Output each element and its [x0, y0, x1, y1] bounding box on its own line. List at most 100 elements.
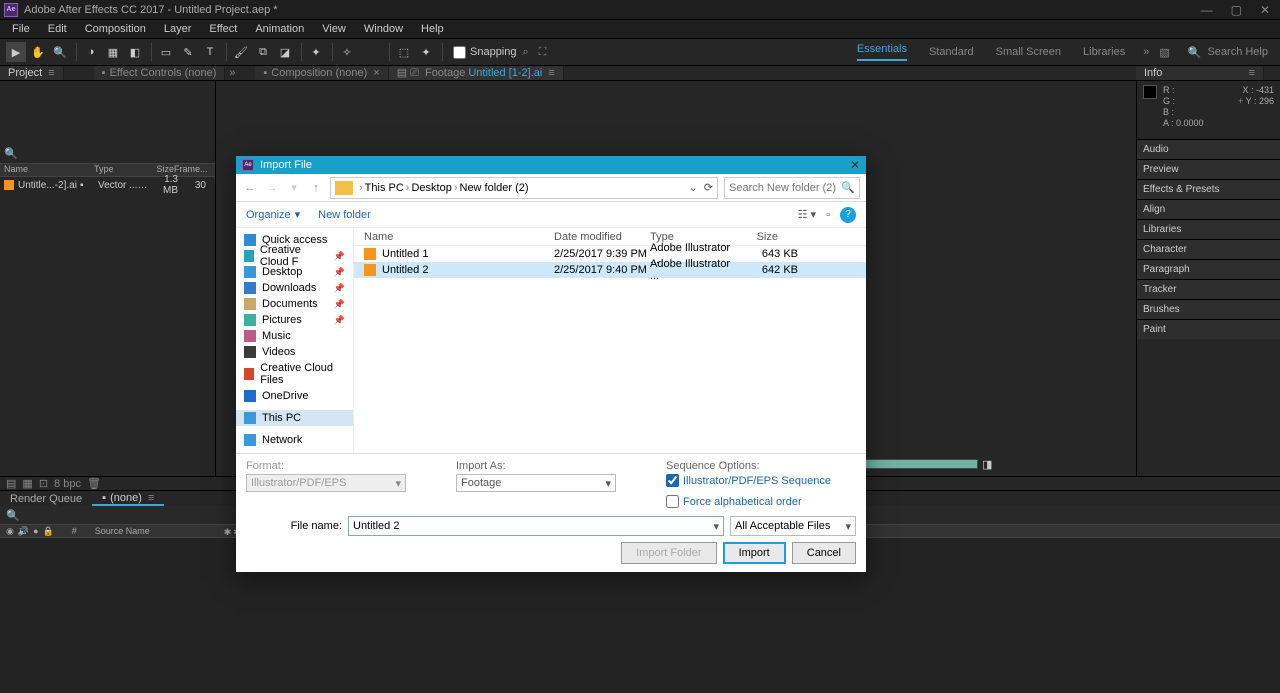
sidebar-item-documents[interactable]: Documents📌 — [236, 296, 353, 312]
breadcrumb[interactable]: › This PC› Desktop› New folder (2) ⌄⟳ — [330, 177, 718, 199]
organize-button[interactable]: Organize ▾ — [246, 208, 300, 221]
project-item[interactable]: Untitle...-2].ai▪Vector ...nce1.3 MB30 — [0, 177, 215, 193]
column-header[interactable]: Type — [640, 231, 728, 243]
zoom-tool[interactable]: 🔍 — [50, 42, 70, 62]
panel-paragraph[interactable]: Paragraph — [1137, 259, 1280, 279]
menu-animation[interactable]: Animation — [247, 23, 312, 35]
type-tool[interactable]: T — [200, 42, 220, 62]
tab-effect-controls[interactable]: ▪ Effect Controls (none) — [94, 66, 226, 80]
workspace-panel-icon[interactable]: ▧ — [1159, 46, 1169, 59]
dialog-search-input[interactable]: Search New folder (2) 🔍 — [724, 177, 860, 199]
panel-audio[interactable]: Audio — [1137, 139, 1280, 159]
tab-info[interactable]: Info≡ — [1136, 66, 1264, 80]
column-header[interactable]: Name — [354, 231, 544, 243]
tab-comp-none[interactable]: ▪(none)≡ — [92, 492, 164, 506]
pan-behind-tool[interactable]: ◧ — [125, 42, 145, 62]
bpc-label[interactable]: 8 bpc — [54, 478, 81, 490]
minimize-button[interactable]: — — [1201, 3, 1213, 17]
import-folder-button[interactable]: Import Folder — [621, 542, 716, 564]
preview-pane-button[interactable]: ▫ — [826, 209, 830, 221]
maximize-button[interactable]: ▢ — [1231, 3, 1242, 17]
refresh-button[interactable]: ⟳ — [704, 181, 713, 194]
panel-effects-presets[interactable]: Effects & Presets — [1137, 179, 1280, 199]
file-row[interactable]: Untitled 22/25/2017 9:40 PMAdobe Illustr… — [354, 262, 866, 278]
sidebar-item-this-pc[interactable]: This PC — [236, 410, 353, 426]
filename-input[interactable]: Untitled 2▾ — [348, 516, 724, 536]
sequence-checkbox[interactable]: Illustrator/PDF/EPS Sequence — [666, 474, 856, 487]
solo-icon[interactable]: ● — [33, 526, 38, 536]
pen-tool[interactable]: ✎ — [178, 42, 198, 62]
cancel-button[interactable]: Cancel — [792, 542, 856, 564]
hand-tool[interactable]: ✋ — [28, 42, 48, 62]
import-button[interactable]: Import — [723, 542, 786, 564]
nav-forward-button[interactable]: → — [264, 182, 280, 194]
sidebar-item-creative-cloud-f[interactable]: Creative Cloud F📌 — [236, 248, 353, 264]
playhead-end-icon[interactable]: ◨ — [982, 458, 992, 471]
menu-help[interactable]: Help — [413, 23, 452, 35]
eye-icon[interactable]: ◉ — [6, 526, 14, 537]
snapping-toggle[interactable]: Snapping ⌕ ⛶ — [453, 46, 546, 59]
file-filter-select[interactable]: All Acceptable Files▾ — [730, 516, 856, 536]
help-button[interactable]: ? — [840, 207, 856, 223]
icon[interactable]: ⊡ — [39, 477, 48, 490]
search-help-input[interactable]: Search Help — [1207, 46, 1268, 58]
panel-character[interactable]: Character — [1137, 239, 1280, 259]
sidebar-item-pictures[interactable]: Pictures📌 — [236, 312, 353, 328]
dialog-titlebar[interactable]: Ae Import File ✕ — [236, 156, 866, 174]
column-header[interactable]: Date modified — [544, 231, 640, 243]
local-axis-icon[interactable]: ⬚ — [394, 42, 414, 62]
nav-back-button[interactable]: ← — [242, 182, 258, 194]
breadcrumb-dropdown-icon[interactable]: ⌄ — [689, 181, 698, 194]
menu-view[interactable]: View — [314, 23, 354, 35]
tab-footage[interactable]: ▤ ⎚ Footage Untitled [1-2].ai ≡ — [389, 66, 564, 80]
roto-tool[interactable]: ✦ — [306, 42, 326, 62]
close-button[interactable]: ✕ — [1260, 3, 1270, 17]
sidebar-item-music[interactable]: Music — [236, 328, 353, 344]
panel-paint[interactable]: Paint — [1137, 319, 1280, 339]
brush-tool[interactable]: 🖌 — [231, 42, 251, 62]
selection-tool[interactable]: ▶ — [6, 42, 26, 62]
eraser-tool[interactable]: ◪ — [275, 42, 295, 62]
tab-render-queue[interactable]: Render Queue — [0, 493, 92, 505]
tab-composition[interactable]: ▪ Composition (none)× — [255, 66, 388, 80]
icon[interactable]: ▦ — [22, 477, 32, 490]
file-row[interactable]: Untitled 12/25/2017 9:39 PMAdobe Illustr… — [354, 246, 866, 262]
camera-tool[interactable]: ▦ — [103, 42, 123, 62]
import-as-select[interactable]: Footage▾ — [456, 474, 616, 492]
snapping-checkbox[interactable] — [453, 46, 466, 59]
workspace-standard[interactable]: Standard — [929, 46, 974, 58]
menu-composition[interactable]: Composition — [77, 23, 154, 35]
panel-overflow-icon[interactable]: » — [225, 66, 239, 80]
sidebar-item-network[interactable]: Network — [236, 432, 353, 448]
workspace-essentials[interactable]: Essentials — [857, 43, 907, 61]
lock-icon[interactable]: 🔒 — [43, 526, 54, 537]
panel-libraries[interactable]: Libraries — [1137, 219, 1280, 239]
sidebar-item-downloads[interactable]: Downloads📌 — [236, 280, 353, 296]
clone-tool[interactable]: ⧉ — [253, 42, 273, 62]
menu-layer[interactable]: Layer — [156, 23, 200, 35]
workspace-small-screen[interactable]: Small Screen — [996, 46, 1061, 58]
panel-preview[interactable]: Preview — [1137, 159, 1280, 179]
menu-window[interactable]: Window — [356, 23, 411, 35]
world-axis-icon[interactable]: ✦ — [416, 42, 436, 62]
column-header[interactable]: Size — [728, 231, 788, 243]
view-mode-button[interactable]: ☷ ▾ — [798, 208, 816, 221]
puppet-tool[interactable]: ✧ — [337, 42, 357, 62]
sidebar-item-videos[interactable]: Videos — [236, 344, 353, 360]
orbit-tool[interactable]: ◑ — [81, 42, 101, 62]
tab-project[interactable]: Project≡ — [0, 66, 64, 80]
workspace-libraries[interactable]: Libraries — [1083, 46, 1125, 58]
search-icon[interactable]: 🔍 — [6, 509, 20, 522]
menu-effect[interactable]: Effect — [201, 23, 245, 35]
sidebar-item-creative-cloud-files[interactable]: Creative Cloud Files — [236, 366, 353, 382]
new-folder-button[interactable]: New folder — [318, 209, 371, 221]
sidebar-item-desktop[interactable]: Desktop📌 — [236, 264, 353, 280]
panel-brushes[interactable]: Brushes — [1137, 299, 1280, 319]
menu-edit[interactable]: Edit — [40, 23, 75, 35]
rect-tool[interactable]: ▭ — [156, 42, 176, 62]
audio-icon[interactable]: 🔊 — [18, 526, 29, 537]
trash-icon[interactable]: 🗑 — [87, 477, 101, 490]
nav-up-button[interactable]: ↑ — [308, 182, 324, 194]
menu-file[interactable]: File — [4, 23, 38, 35]
sidebar-item-onedrive[interactable]: OneDrive — [236, 388, 353, 404]
